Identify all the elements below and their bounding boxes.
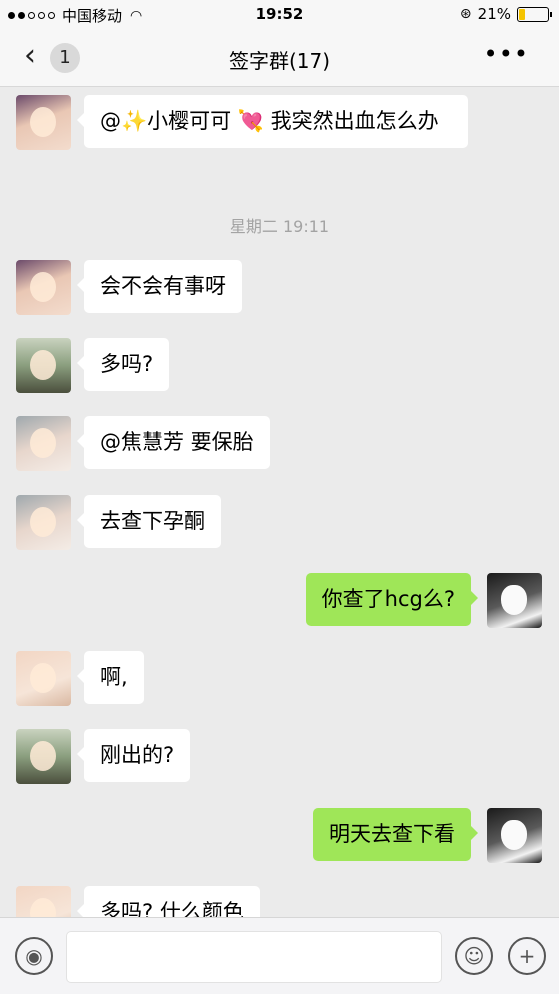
message-bubble[interactable]: 多吗? <box>76 338 170 391</box>
message-bubble[interactable]: 明天去查下看 <box>313 808 478 861</box>
woman-avatar[interactable] <box>16 416 71 471</box>
chat-title: 签字群(17) <box>228 49 331 73</box>
message-bubble[interactable]: 多吗? 什么颜色 <box>77 886 260 917</box>
emoji-icon[interactable]: ☺ <box>455 937 493 975</box>
message-timestamp: 星期二 19:11 <box>229 217 330 236</box>
man-avatar[interactable] <box>16 729 71 784</box>
rotation-lock-icon: ⊛ <box>459 6 472 22</box>
message-bubble[interactable]: @✨小樱可可 💘 我突然出血怎么办 <box>77 95 468 148</box>
input-bar: ◉ ☺ + <box>0 917 559 994</box>
mask-avatar[interactable] <box>487 573 542 628</box>
baby-avatar[interactable] <box>16 651 71 706</box>
battery-icon <box>517 6 552 22</box>
man-avatar[interactable] <box>16 338 71 393</box>
message-bubble[interactable]: 会不会有事呀 <box>77 260 242 313</box>
mask-avatar[interactable] <box>487 808 542 863</box>
battery-percent: 21% <box>477 5 511 23</box>
status-right: ⊛ 21% <box>459 5 552 23</box>
girl-avatar[interactable] <box>16 95 71 150</box>
voice-icon[interactable]: ◉ <box>15 937 53 975</box>
message-input[interactable] <box>66 931 442 983</box>
status-bar: 中国移动 ◠ 19:52 ⊛ 21% <box>0 0 559 28</box>
baby-avatar[interactable] <box>16 886 71 917</box>
more-icon[interactable]: ••• <box>484 40 529 68</box>
message-bubble[interactable]: 去查下孕酮 <box>77 495 221 548</box>
woman-avatar[interactable] <box>16 495 71 550</box>
nav-bar: ‹ 1 签字群(17) ••• <box>0 28 559 87</box>
message-bubble[interactable]: @焦慧芳 要保胎 <box>77 416 270 469</box>
message-bubble[interactable]: 你查了hcg么? <box>305 573 479 626</box>
plus-icon[interactable]: + <box>508 937 546 975</box>
girl-avatar[interactable] <box>16 260 71 315</box>
message-list[interactable]: @✨小樱可可 💘 我突然出血怎么办 星期二 19:11 会不会有事呀 多吗? @… <box>0 87 559 917</box>
message-bubble[interactable]: 啊, <box>77 651 144 704</box>
message-bubble[interactable]: 刚出的? <box>76 729 191 782</box>
